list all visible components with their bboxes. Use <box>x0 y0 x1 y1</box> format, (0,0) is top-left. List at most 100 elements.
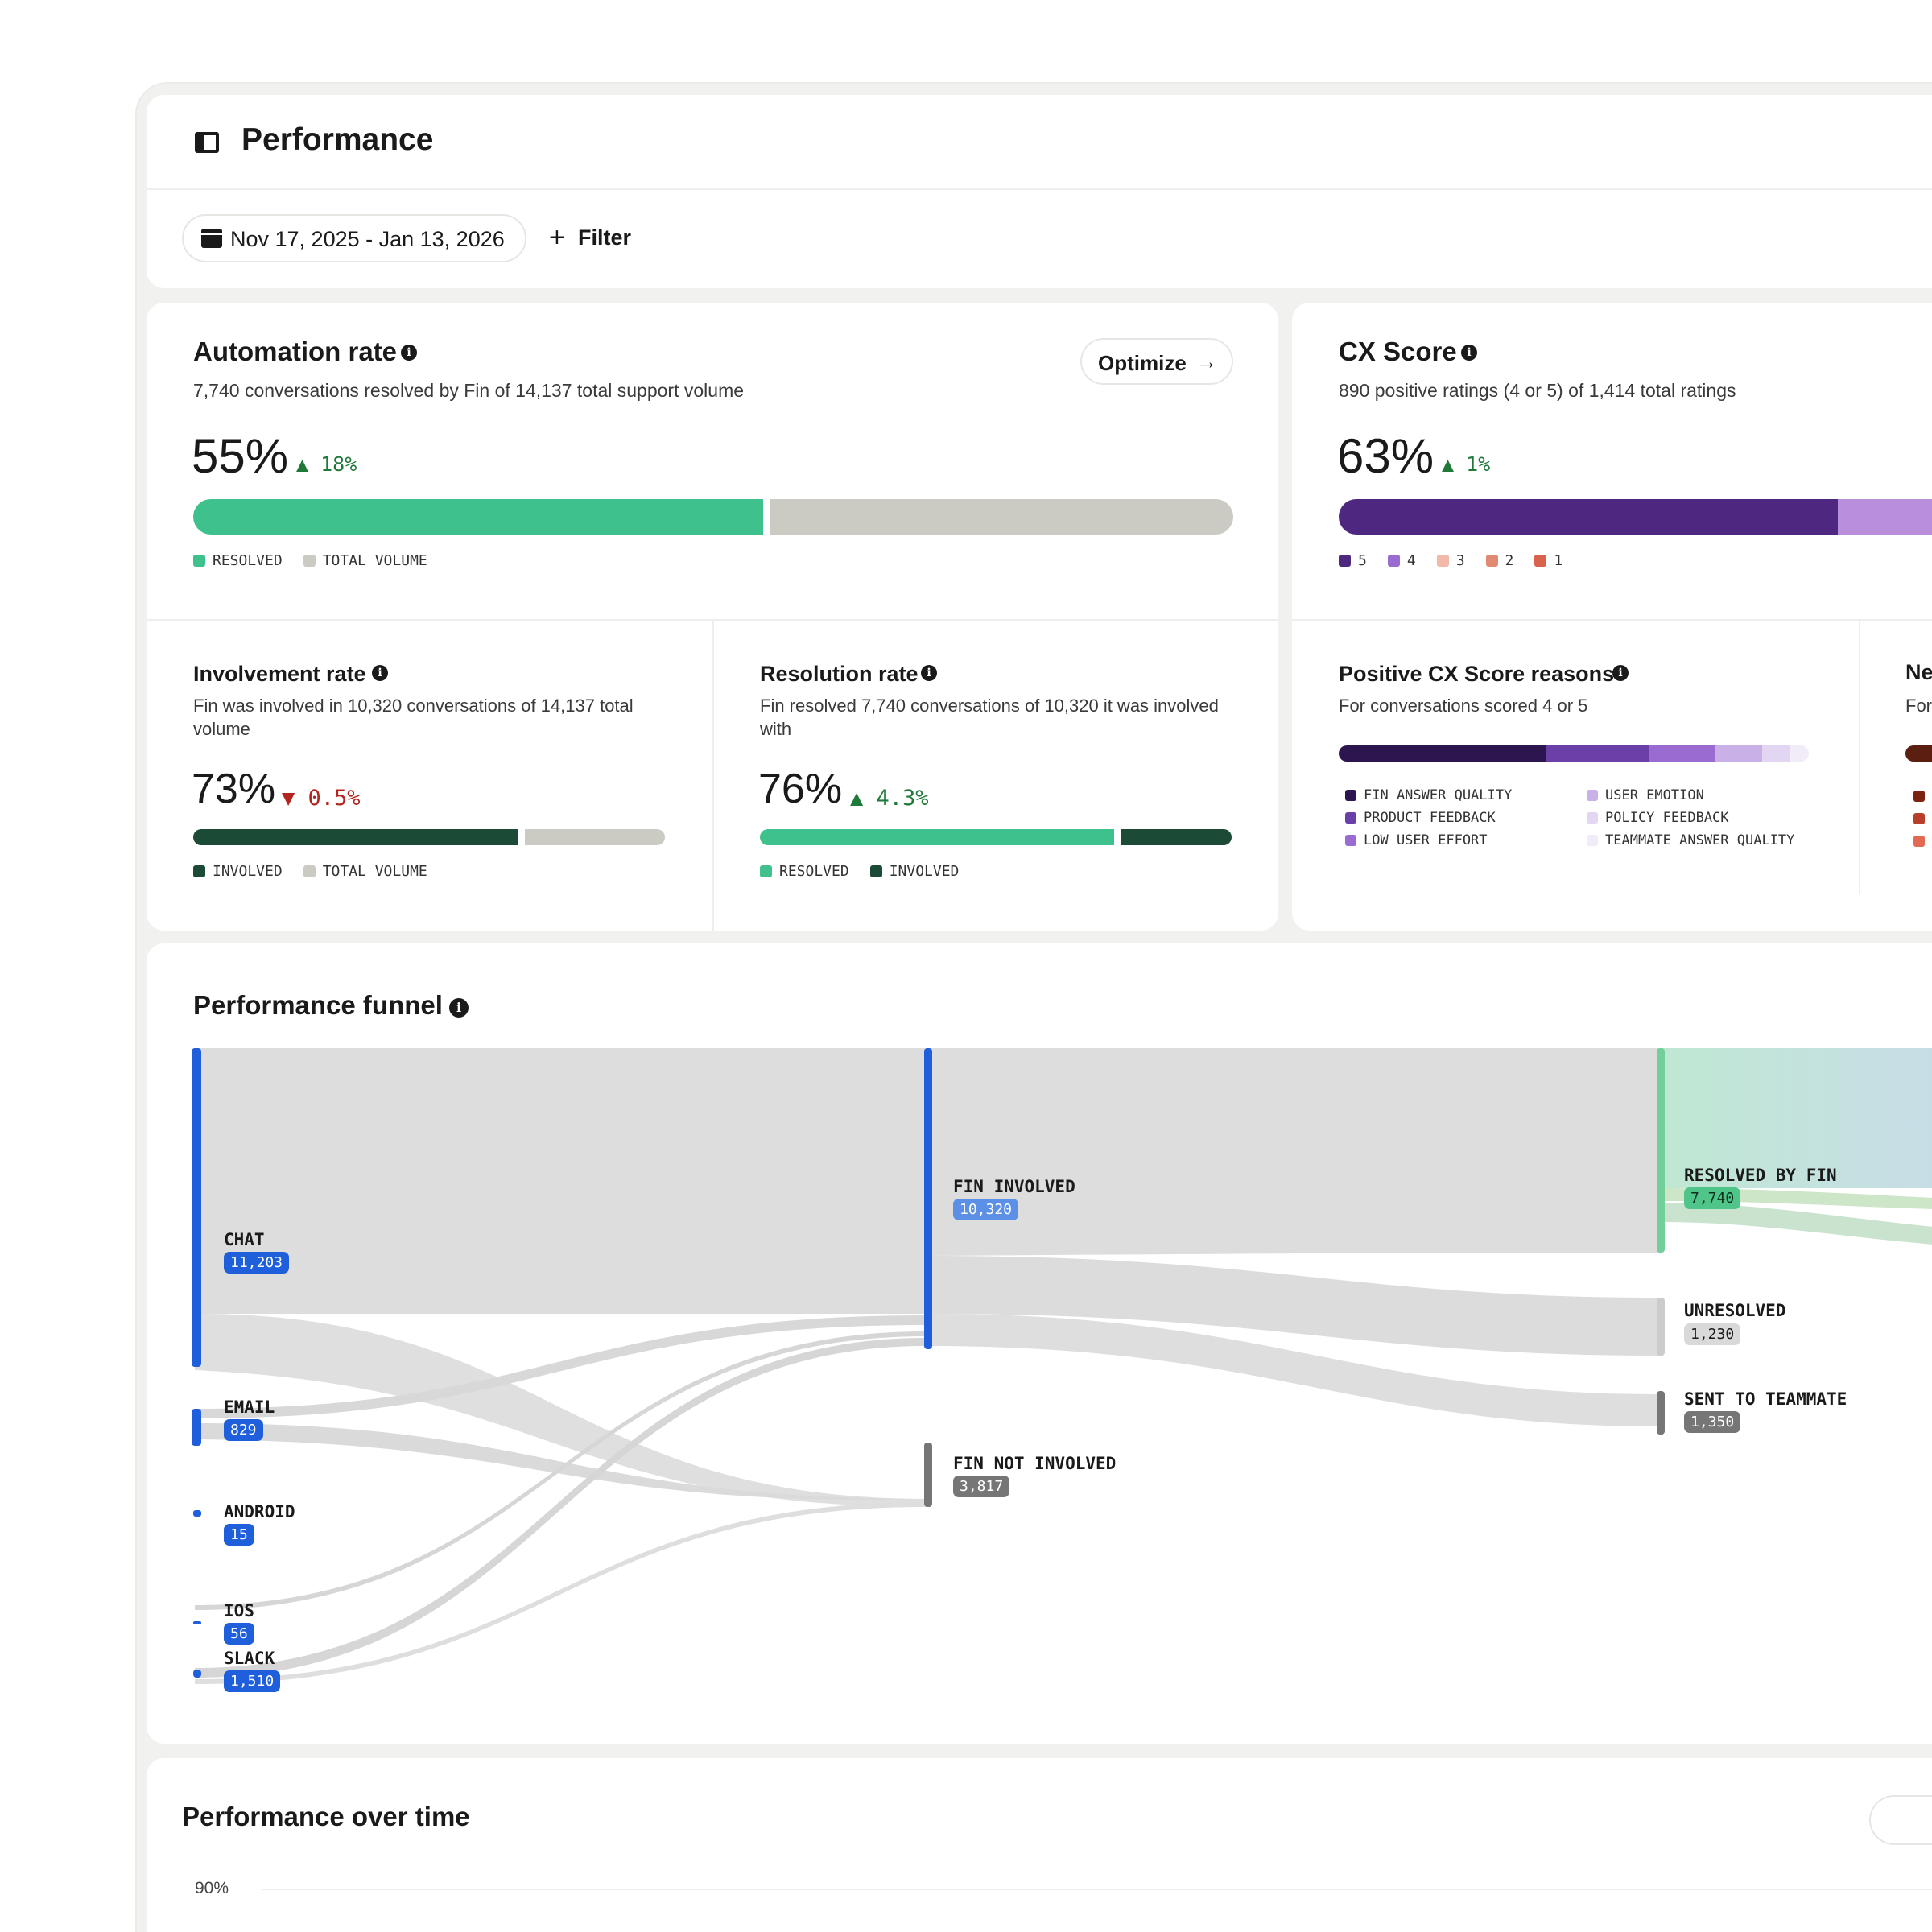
automation-legend: RESOLVED TOTAL VOLUME <box>193 552 448 569</box>
negative-legend-swatch-2 <box>1913 813 1925 824</box>
optimize-label: Optimize <box>1098 351 1187 375</box>
reasons-legend-left: FIN ANSWER QUALITY PRODUCT FEEDBACK LOW … <box>1345 784 1512 852</box>
reason-teammate-answer-quality: TEAMMATE ANSWER QUALITY <box>1605 832 1795 848</box>
funnel-card: Performance funnel i CHAT 11,203 EMAIL 8… <box>147 943 1932 1744</box>
legend-involved: INVOLVED <box>213 863 283 880</box>
page-title: Performance <box>242 122 434 157</box>
negative-reasons-subtitle: For <box>1905 696 1932 716</box>
node-email <box>192 1409 201 1446</box>
filter-button[interactable]: + Filter <box>549 214 662 262</box>
legend-total-volume-2: TOTAL VOLUME <box>322 863 427 880</box>
involvement-info-icon[interactable]: i <box>372 665 388 681</box>
reasons-bar-segment <box>1761 745 1790 762</box>
filter-label: Filter <box>578 225 632 250</box>
node-resolved <box>1657 1048 1665 1253</box>
source-label-email: EMAIL <box>224 1397 275 1417</box>
reasons-subtitle: For conversations scored 4 or 5 <box>1339 696 1588 716</box>
down-arrow-icon: ▼ <box>282 786 295 811</box>
outcome-label-unresolved: UNRESOLVED <box>1684 1301 1786 1320</box>
node-fin-involved <box>924 1048 932 1349</box>
reason-fin-answer-quality: FIN ANSWER QUALITY <box>1364 787 1513 803</box>
funnel-sankey <box>192 1048 1932 1684</box>
automation-delta: ▲ 18% <box>296 452 357 476</box>
resolution-subtitle: Fin resolved 7,740 conversations of 10,3… <box>760 696 1219 739</box>
date-range-label: Nov 17, 2025 - Jan 13, 2026 <box>230 227 505 251</box>
cx-title: CX Score <box>1339 336 1457 366</box>
legend-2: 2 <box>1505 552 1514 569</box>
legend-1: 1 <box>1554 552 1563 569</box>
header-card: Performance Nov 17, 2025 - Jan 13, 2026 … <box>147 95 1932 288</box>
mid-count-fin-not-involved: 3,817 <box>953 1476 1010 1497</box>
involvement-delta-value: 0.5% <box>308 786 361 811</box>
resolution-info-icon[interactable]: i <box>921 665 937 681</box>
automation-info-icon[interactable]: i <box>401 345 417 361</box>
flow-chat-fin-involved <box>195 1048 927 1314</box>
cx-delta-value: 1% <box>1466 452 1491 476</box>
optimize-button[interactable]: Optimize → <box>1080 338 1233 385</box>
reasons-bar <box>1339 745 1809 762</box>
mid-count-fin-involved: 10,320 <box>953 1199 1019 1220</box>
up-arrow-icon-2: ▲ <box>850 786 864 811</box>
involvement-value: 73% <box>192 766 276 812</box>
node-unresolved <box>1657 1298 1665 1356</box>
automation-card: Automation rate i Optimize → 7,740 conve… <box>147 303 1278 931</box>
outcome-label-teammate: SENT TO TEAMMATE <box>1684 1389 1847 1409</box>
resolution-title: Resolution rate <box>760 662 919 686</box>
reason-low-user-effort: LOW USER EFFORT <box>1364 832 1488 848</box>
legend-involved-2: INVOLVED <box>889 863 960 880</box>
source-count-slack: 1,510 <box>224 1670 281 1692</box>
cx-subtitle: 890 positive ratings (4 or 5) of 1,414 t… <box>1339 380 1736 401</box>
over-time-title: Performance over time <box>182 1802 470 1831</box>
flow-fin-to-resolved <box>927 1048 1660 1256</box>
reasons-bar-segment <box>1339 745 1546 762</box>
reasons-bar-segment <box>1649 745 1715 762</box>
involvement-delta: ▼ 0.5% <box>282 786 361 811</box>
legend-3: 3 <box>1455 552 1465 569</box>
reasons-info-icon[interactable]: i <box>1612 665 1629 681</box>
up-arrow-icon-3: ▲ <box>1442 452 1455 476</box>
negative-legend-swatch-1 <box>1913 791 1925 802</box>
automation-title: Automation rate <box>193 336 398 366</box>
involvement-bar-total <box>525 829 665 845</box>
date-range-button[interactable]: Nov 17, 2025 - Jan 13, 2026 <box>182 214 526 262</box>
node-slack <box>193 1670 201 1678</box>
node-android <box>193 1510 201 1517</box>
cx-delta: ▲ 1% <box>1442 452 1490 476</box>
automation-vertical-divider <box>712 621 714 931</box>
reason-user-emotion: USER EMOTION <box>1605 787 1704 803</box>
node-teammate <box>1657 1391 1665 1435</box>
cx-vertical-divider <box>1859 621 1860 894</box>
cx-info-icon[interactable]: i <box>1461 345 1477 361</box>
reasons-bar-segment <box>1715 745 1762 762</box>
legend-5: 5 <box>1358 552 1367 569</box>
reasons-bar-segment <box>1790 745 1809 762</box>
resolution-value: 76% <box>758 766 843 812</box>
reason-policy-feedback: POLICY FEEDBACK <box>1605 810 1729 826</box>
mid-label-fin-not-involved: FIN NOT INVOLVED <box>953 1454 1117 1473</box>
legend-resolved-2: RESOLVED <box>779 863 849 880</box>
gridline-90 <box>262 1889 1932 1890</box>
arrow-right-icon: → <box>1196 349 1217 374</box>
resolution-legend: RESOLVED INVOLVED <box>760 863 980 880</box>
automation-delta-value: 18% <box>320 452 357 476</box>
up-arrow-icon: ▲ <box>296 452 309 476</box>
outcome-label-resolved: RESOLVED BY FIN <box>1684 1166 1837 1185</box>
resolution-delta-value: 4.3% <box>876 786 929 811</box>
reasons-legend-right: USER EMOTION POLICY FEEDBACK TEAMMATE AN… <box>1587 784 1794 852</box>
node-fin-not-involved <box>924 1443 932 1507</box>
over-time-card: Performance over time 90% <box>147 1758 1932 1932</box>
source-label-ios: IOS <box>224 1601 254 1620</box>
reason-product-feedback: PRODUCT FEEDBACK <box>1364 810 1496 826</box>
cx-score-card: CX Score i 890 positive ratings (4 or 5)… <box>1292 303 1932 931</box>
outcome-count-unresolved: 1,230 <box>1684 1323 1741 1345</box>
source-label-chat: CHAT <box>224 1230 265 1249</box>
source-count-android: 15 <box>224 1524 254 1546</box>
node-chat <box>192 1048 201 1367</box>
cx-bar-5 <box>1339 499 1838 535</box>
sidebar-toggle-icon[interactable] <box>195 132 219 153</box>
involvement-legend: INVOLVED TOTAL VOLUME <box>193 863 448 880</box>
source-label-android: ANDROID <box>224 1502 295 1521</box>
involvement-subtitle: Fin was involved in 10,320 conversations… <box>193 696 634 739</box>
cx-legend: 5 4 3 2 1 <box>1339 552 1583 569</box>
over-time-control[interactable] <box>1869 1795 1932 1845</box>
